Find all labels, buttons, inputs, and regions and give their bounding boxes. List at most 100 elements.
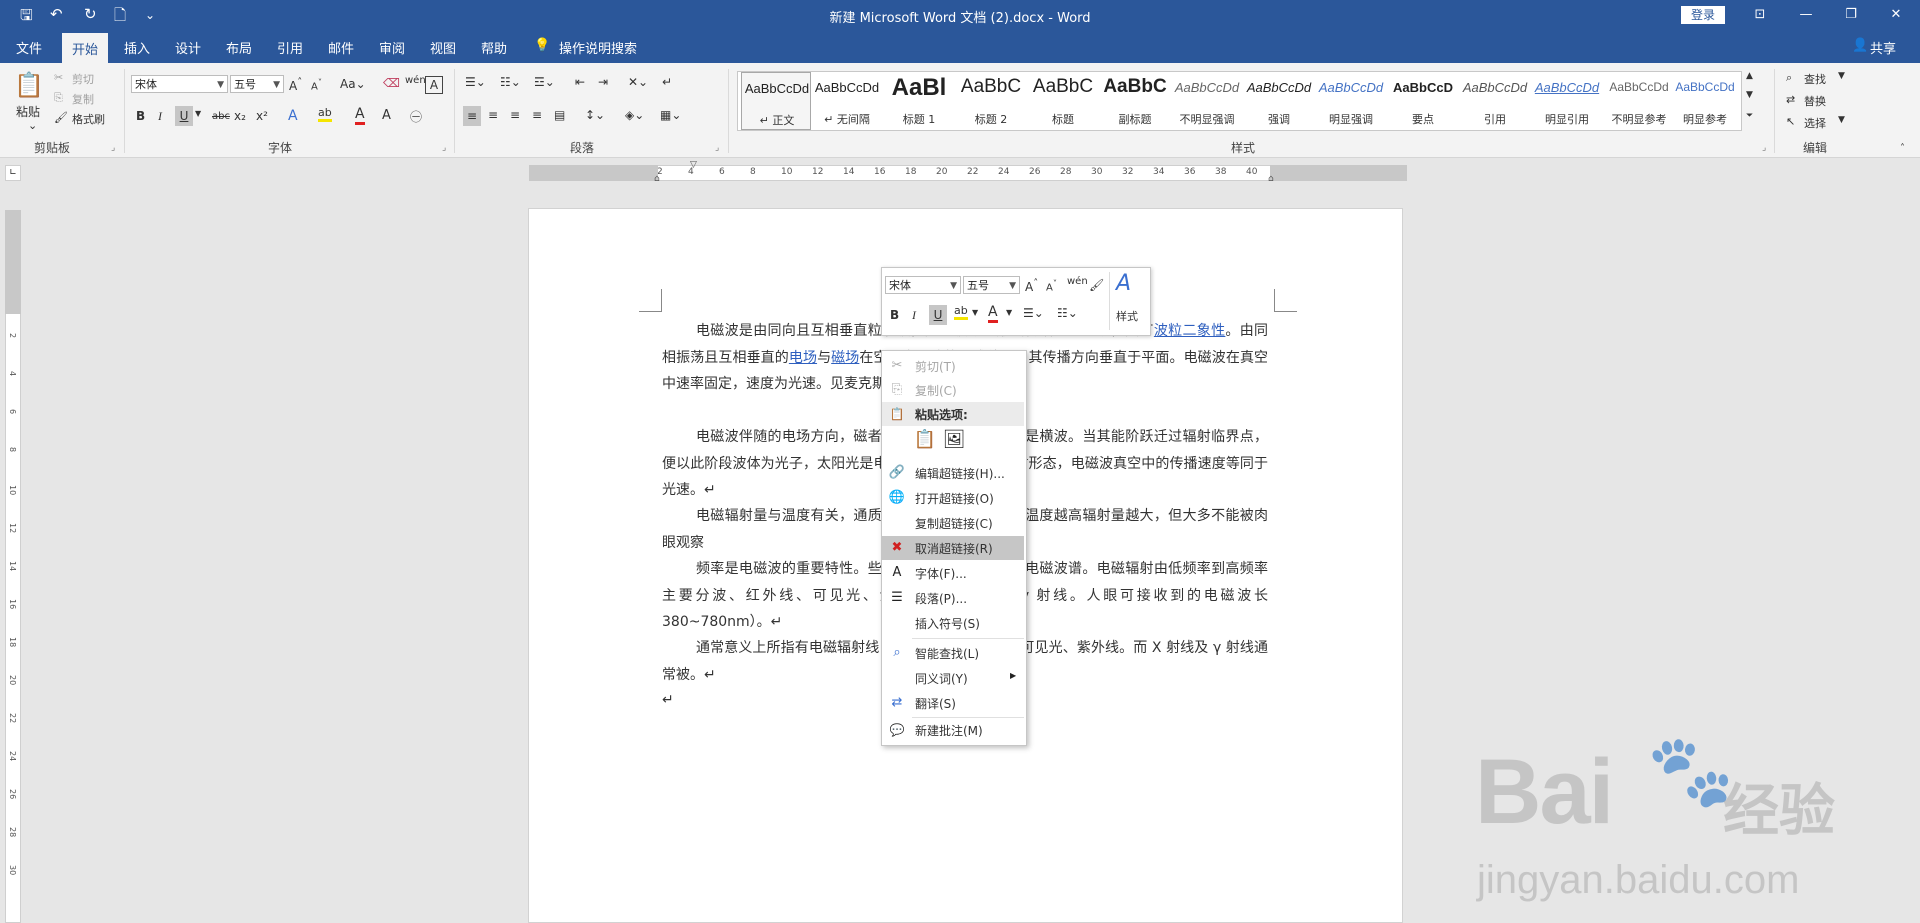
font-size-box[interactable]: 五号 ▼ xyxy=(230,75,284,93)
character-border-icon[interactable]: A xyxy=(425,76,443,94)
paste-keep-source-icon[interactable]: 📋 xyxy=(913,429,937,455)
font-color-icon[interactable]: A xyxy=(355,106,365,125)
tab-review[interactable]: 审阅 xyxy=(379,38,405,57)
copy-button[interactable]: 复制 xyxy=(72,91,94,107)
show-hide-marks-icon[interactable]: ↵ xyxy=(662,75,672,89)
style-item-subtitle[interactable]: AaBbC 副标题 xyxy=(1100,72,1170,130)
style-item-title[interactable]: AaBbC 标题 xyxy=(1028,72,1098,130)
mini-shrink-font-icon[interactable]: A˅ xyxy=(1046,278,1057,293)
line-spacing-icon[interactable]: ↕⌄ xyxy=(585,108,605,122)
vertical-ruler[interactable]: 12124681012141618202224262830 xyxy=(5,210,21,923)
tab-home[interactable]: 开始 xyxy=(62,33,109,66)
style-item-no-spacing[interactable]: AaBbCcDd ↵ 无间隔 xyxy=(812,72,882,130)
ribbon-display-options-icon[interactable]: ⊡ xyxy=(1740,4,1780,26)
tab-layout[interactable]: 布局 xyxy=(226,38,252,57)
change-case-icon[interactable]: Aa⌄ xyxy=(340,77,366,91)
left-indent-marker-icon[interactable]: ⌂ xyxy=(654,174,660,184)
format-painter-button[interactable]: 格式刷 xyxy=(72,111,105,127)
mini-styles-label[interactable]: 样式 xyxy=(1116,308,1138,324)
mini-grow-font-icon[interactable]: A˄ xyxy=(1025,278,1038,294)
phonetic-guide-icon[interactable]: wén xyxy=(405,75,426,86)
paste-dropdown-icon[interactable]: ⌄ xyxy=(28,119,37,132)
copy-icon[interactable]: ⎘ xyxy=(54,91,63,105)
select-icon[interactable]: ↖ xyxy=(1786,115,1795,128)
hyperlink[interactable]: 电场 xyxy=(789,350,817,366)
numbering-icon[interactable]: ☷⌄ xyxy=(500,75,521,89)
grow-font-icon[interactable]: A˄ xyxy=(289,77,302,93)
menu-item-translate[interactable]: ⇄ 翻译(S) xyxy=(882,691,1024,715)
mini-font-size-box[interactable]: 五号 ▼ xyxy=(963,276,1020,294)
tab-selector-icon[interactable]: ∟ xyxy=(5,165,21,181)
paragraph-launcher-icon[interactable]: ⌟ xyxy=(715,143,719,153)
style-item-intense-emphasis[interactable]: AaBbCcDd 明显强调 xyxy=(1316,72,1386,130)
find-icon[interactable]: ⌕ xyxy=(1786,71,1792,85)
menu-item-open-hyperlink[interactable]: 🌐 打开超链接(O) xyxy=(882,486,1024,510)
mini-numbering-icon[interactable]: ☷⌄ xyxy=(1057,306,1078,320)
gallery-more-icon[interactable]: ⏷ xyxy=(1746,111,1753,121)
style-item-heading-1[interactable]: AaBl 标题 1 xyxy=(884,72,954,130)
style-item-quote[interactable]: AaBbCcDd 引用 xyxy=(1460,72,1530,130)
menu-item-smart-lookup[interactable]: ⌕ 智能查找(L) xyxy=(882,641,1024,665)
find-dropdown-icon[interactable]: ▼ xyxy=(1838,71,1845,81)
text-effects-icon[interactable]: A xyxy=(288,108,298,124)
mini-format-painter-icon[interactable]: 🖌 xyxy=(1089,278,1104,292)
menu-item-cut[interactable]: ✂ 剪切(T) xyxy=(882,354,1024,378)
menu-item-paragraph[interactable]: ☰ 段落(P)... xyxy=(882,586,1024,610)
style-item-heading-2[interactable]: AaBbC 标题 2 xyxy=(956,72,1026,130)
select-dropdown-icon[interactable]: ▼ xyxy=(1838,115,1845,125)
align-center-button[interactable]: ≡ xyxy=(488,108,498,122)
cut-button[interactable]: 剪切 xyxy=(72,71,94,87)
replace-icon[interactable]: ⇄ xyxy=(1786,93,1795,106)
menu-item-new-comment[interactable]: 💬 新建批注(M) xyxy=(882,718,1024,742)
subscript-button[interactable]: x₂ xyxy=(234,109,246,123)
tab-file[interactable]: 文件 xyxy=(16,38,42,57)
hyperlink[interactable]: 磁场 xyxy=(831,350,859,366)
enclose-characters-icon[interactable]: ㊀ xyxy=(410,108,422,125)
style-item-subtle-reference[interactable]: AaBbCcDd 不明显参考 xyxy=(1604,72,1674,130)
gallery-up-icon[interactable]: ▲ xyxy=(1746,71,1753,81)
menu-item-synonyms[interactable]: 同义词(Y) ▶ xyxy=(882,666,1024,690)
mini-font-name-box[interactable]: 宋体 ▼ xyxy=(885,276,961,294)
align-left-button[interactable]: ≡ xyxy=(463,106,481,126)
italic-button[interactable]: I xyxy=(158,109,162,124)
mini-bullets-icon[interactable]: ☰⌄ xyxy=(1023,306,1044,320)
mini-styles-icon[interactable]: A xyxy=(1116,271,1131,296)
decrease-indent-icon[interactable]: ⇤ xyxy=(575,75,585,89)
tab-design[interactable]: 设计 xyxy=(175,38,201,57)
mini-underline-button[interactable]: U xyxy=(929,305,947,325)
tab-view[interactable]: 视图 xyxy=(430,38,456,57)
styles-launcher-icon[interactable]: ⌟ xyxy=(1762,143,1766,153)
share-button[interactable]: 共享 xyxy=(1870,38,1896,57)
tab-help[interactable]: 帮助 xyxy=(481,38,507,57)
font-name-box[interactable]: 宋体 ▼ xyxy=(131,75,228,93)
clipboard-launcher-icon[interactable]: ⌟ xyxy=(111,143,115,153)
tab-insert[interactable]: 插入 xyxy=(124,38,150,57)
strikethrough-button[interactable]: abc xyxy=(212,111,230,122)
menu-item-copy[interactable]: ⎘ 复制(C) xyxy=(882,378,1024,402)
tab-references[interactable]: 引用 xyxy=(277,38,303,57)
menu-item-insert-symbol[interactable]: 插入符号(S) xyxy=(882,611,1024,635)
mini-highlight-dropdown-icon[interactable]: ▼ xyxy=(972,308,978,317)
style-item-intense-quote[interactable]: AaBbCcDd 明显引用 xyxy=(1532,72,1602,130)
shading-icon[interactable]: ◈⌄ xyxy=(625,108,644,122)
underline-button[interactable]: U xyxy=(175,106,193,126)
clear-formatting-icon[interactable]: ⌫ xyxy=(383,76,400,90)
menu-item-font[interactable]: A 字体(F)... xyxy=(882,561,1024,585)
paste-button[interactable]: 粘贴 xyxy=(16,103,40,120)
mini-italic-button[interactable]: I xyxy=(912,308,916,323)
justify-button[interactable]: ≡ xyxy=(532,108,542,122)
first-line-indent-marker-icon[interactable]: ▽ xyxy=(690,160,697,170)
select-button[interactable]: 选择 xyxy=(1804,115,1826,131)
highlight-icon[interactable]: ab xyxy=(318,106,332,122)
mini-highlight-icon[interactable]: ab xyxy=(954,304,968,320)
mini-font-color-icon[interactable]: A xyxy=(988,304,998,323)
login-button[interactable]: 登录 xyxy=(1681,6,1725,24)
paste-picture-icon[interactable]: 🖼 xyxy=(942,429,966,455)
distributed-button[interactable]: ▤ xyxy=(554,108,565,122)
menu-item-copy-hyperlink[interactable]: 复制超链接(C) xyxy=(882,511,1024,535)
close-button[interactable]: ✕ xyxy=(1876,4,1916,26)
mini-bold-button[interactable]: B xyxy=(890,308,899,322)
multilevel-list-icon[interactable]: ☲⌄ xyxy=(534,75,555,89)
menu-item-edit-hyperlink[interactable]: 🔗 编辑超链接(H)... xyxy=(882,461,1024,485)
format-painter-icon[interactable]: 🖌 xyxy=(54,111,68,124)
